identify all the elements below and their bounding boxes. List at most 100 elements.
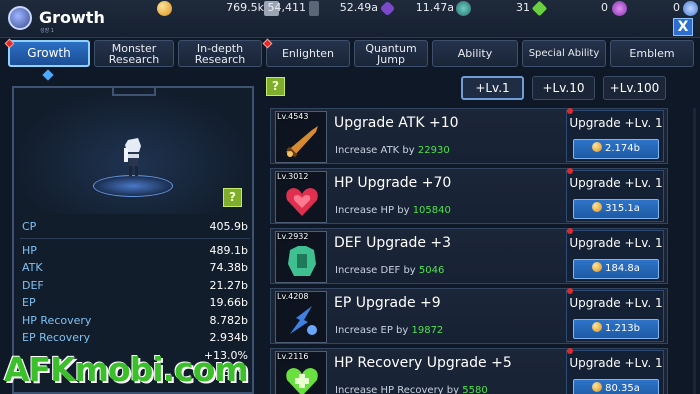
level-plus-1-button[interactable]: +Lv.1: [461, 76, 524, 100]
tab-growth[interactable]: Growth: [8, 40, 90, 67]
stat-label: HP: [22, 243, 37, 257]
upgrade-name: EP Upgrade +9: [334, 295, 441, 311]
upgrade-row-hp: Lv.3012 HP Upgrade +70 Increase HP by 10…: [270, 168, 668, 224]
upgrade-cost: 184.8a: [573, 259, 659, 279]
stat-value: 405.9b: [209, 220, 248, 233]
tab-enlighten[interactable]: Enlighten: [266, 40, 350, 67]
list-scrollbar[interactable]: [693, 108, 696, 394]
stat-hp-recovery: HP Recovery 8.782b: [20, 312, 250, 330]
upgrade-row-ep: Lv.4208 EP Upgrade +9 Increase EP by 198…: [270, 288, 668, 344]
tab-quantum-jump[interactable]: Quantum Jump: [354, 40, 428, 67]
heart-plus-icon: [286, 368, 318, 394]
gold-coin-icon: [592, 142, 602, 152]
desc-text: Increase EP by: [335, 325, 409, 336]
stat-atk: ATK 74.38b: [20, 259, 250, 277]
heart-icon: [286, 188, 318, 216]
stats-help-button[interactable]: ?: [223, 188, 242, 207]
upgrade-icon-frame: Lv.4208: [275, 291, 327, 343]
stat-label: HP Recovery: [22, 313, 92, 327]
scroll-slot-icon: [309, 1, 319, 16]
green-gem-icon: [531, 0, 548, 17]
gold-amount: 769.5k: [226, 1, 264, 14]
page-title: Growth: [39, 8, 105, 27]
upgrade-desc: Increase ATK by 22930: [335, 145, 450, 156]
blue-flower-amount: 0: [673, 1, 680, 14]
gold-coin-icon: [592, 382, 603, 392]
upgrade-level: Lv.2932: [277, 232, 309, 241]
stat-label: EP: [22, 296, 36, 309]
tab-bar: Growth Monster Research In-depth Researc…: [0, 38, 700, 68]
gold-coin-icon: [592, 202, 603, 212]
stat-value: 74.38b: [209, 261, 248, 274]
tab-special-ability[interactable]: Special Ability: [522, 40, 606, 67]
dark-crystal-amount: 52.49a: [339, 1, 378, 14]
level-plus-100-button[interactable]: +Lv.100: [603, 76, 666, 100]
desc-amount: 105840: [412, 205, 451, 216]
upgrade-name: HP Recovery Upgrade +5: [334, 355, 512, 371]
tab-ability[interactable]: Ability: [432, 40, 518, 67]
desc-text: Increase ATK by: [335, 145, 415, 156]
upgrade-name: HP Upgrade +70: [334, 175, 452, 191]
upgrade-button-label: Upgrade +Lv. 1: [569, 296, 663, 310]
upgrade-row-def: Lv.2932 DEF Upgrade +3 Increase DEF by 5…: [270, 228, 668, 284]
notification-dot: [567, 168, 573, 174]
stat-cp: CP 405.9b: [20, 218, 250, 236]
divider: [20, 237, 250, 239]
desc-amount: 5580: [462, 385, 488, 394]
upgrade-button[interactable]: Upgrade +Lv. 1 315.1a: [566, 170, 664, 222]
level-plus-10-button[interactable]: +Lv.10: [532, 76, 595, 100]
stat-ep: EP 19.66b: [20, 294, 250, 312]
upgrade-row-atk: Lv.4543 Upgrade ATK +10 Increase ATK by …: [270, 108, 668, 164]
upgrade-button[interactable]: Upgrade +Lv. 1 184.8a: [566, 230, 664, 282]
character-panel: ? CP 405.9b HP 489.1b ATK 74.38b DEF 21.…: [12, 86, 254, 394]
tab-in-depth-research[interactable]: In-depth Research: [178, 40, 262, 67]
blue-flower-icon: [683, 1, 698, 16]
desc-text: Increase HP by: [335, 205, 410, 216]
upgrade-cost: 80.35a: [573, 379, 659, 394]
tab-monster-research[interactable]: Monster Research: [94, 40, 174, 67]
upgrade-button[interactable]: Upgrade +Lv. 1 1.213b: [566, 290, 664, 342]
upgrade-icon-frame: Lv.4543: [275, 111, 327, 163]
stat-label: CP: [22, 220, 37, 233]
upgrade-button-label: Upgrade +Lv. 1: [569, 116, 663, 130]
tab-indicator: [42, 69, 54, 81]
upgrade-desc: Increase HP Recovery by 5580: [335, 385, 488, 394]
upgrade-name: Upgrade ATK +10: [334, 115, 459, 131]
green-gem-amount: 31: [516, 1, 530, 14]
gold-coin-icon: [157, 1, 172, 16]
close-button[interactable]: X: [673, 18, 693, 36]
upgrade-button[interactable]: Upgrade +Lv. 1 80.35a: [566, 350, 664, 394]
notification-dot: [567, 348, 573, 354]
upgrade-button-label: Upgrade +Lv. 1: [569, 236, 663, 250]
growth-menu-icon: [8, 6, 32, 30]
upgrade-help-button[interactable]: ?: [266, 77, 285, 96]
upgrade-button-label: Upgrade +Lv. 1: [569, 176, 663, 190]
cost-value: 1.213b: [605, 323, 640, 334]
desc-text: Increase HP Recovery by: [335, 385, 460, 394]
scroll-amount: 54,411: [267, 1, 307, 14]
stat-label: EP Recovery: [22, 331, 91, 344]
upgrade-desc: Increase DEF by 5046: [335, 265, 444, 276]
stat-value: 489.1b: [209, 243, 248, 257]
upgrade-cost: 315.1a: [573, 199, 659, 219]
cost-value: 80.35a: [605, 383, 640, 394]
upgrade-level: Lv.2116: [277, 352, 309, 361]
hero-sprite: [124, 138, 141, 176]
stat-value: 21.27b: [209, 278, 248, 292]
stat-ep-recovery: EP Recovery 2.934b: [20, 329, 250, 347]
upgrade-cost: 1.213b: [573, 319, 659, 339]
upgrade-button[interactable]: Upgrade +Lv. 1 2.174b: [566, 110, 664, 162]
notification-dot: [567, 108, 573, 114]
cost-value: 2.174b: [605, 143, 640, 154]
tab-emblem[interactable]: Emblem: [610, 40, 694, 67]
upgrade-row-hp-recovery: Lv.2116 HP Recovery Upgrade +5 Increase …: [270, 348, 668, 394]
notification-dot: [567, 228, 573, 234]
notification-dot: [567, 288, 573, 294]
upgrade-button-label: Upgrade +Lv. 1: [569, 356, 663, 370]
energy-icon: [290, 306, 317, 335]
upgrade-level: Lv.4208: [277, 292, 309, 301]
panel-notch: [112, 86, 156, 96]
upgrade-name: DEF Upgrade +3: [334, 235, 452, 251]
purple-orb-icon: [612, 1, 627, 16]
upgrade-list: Lv.4543 Upgrade ATK +10 Increase ATK by …: [270, 108, 670, 394]
